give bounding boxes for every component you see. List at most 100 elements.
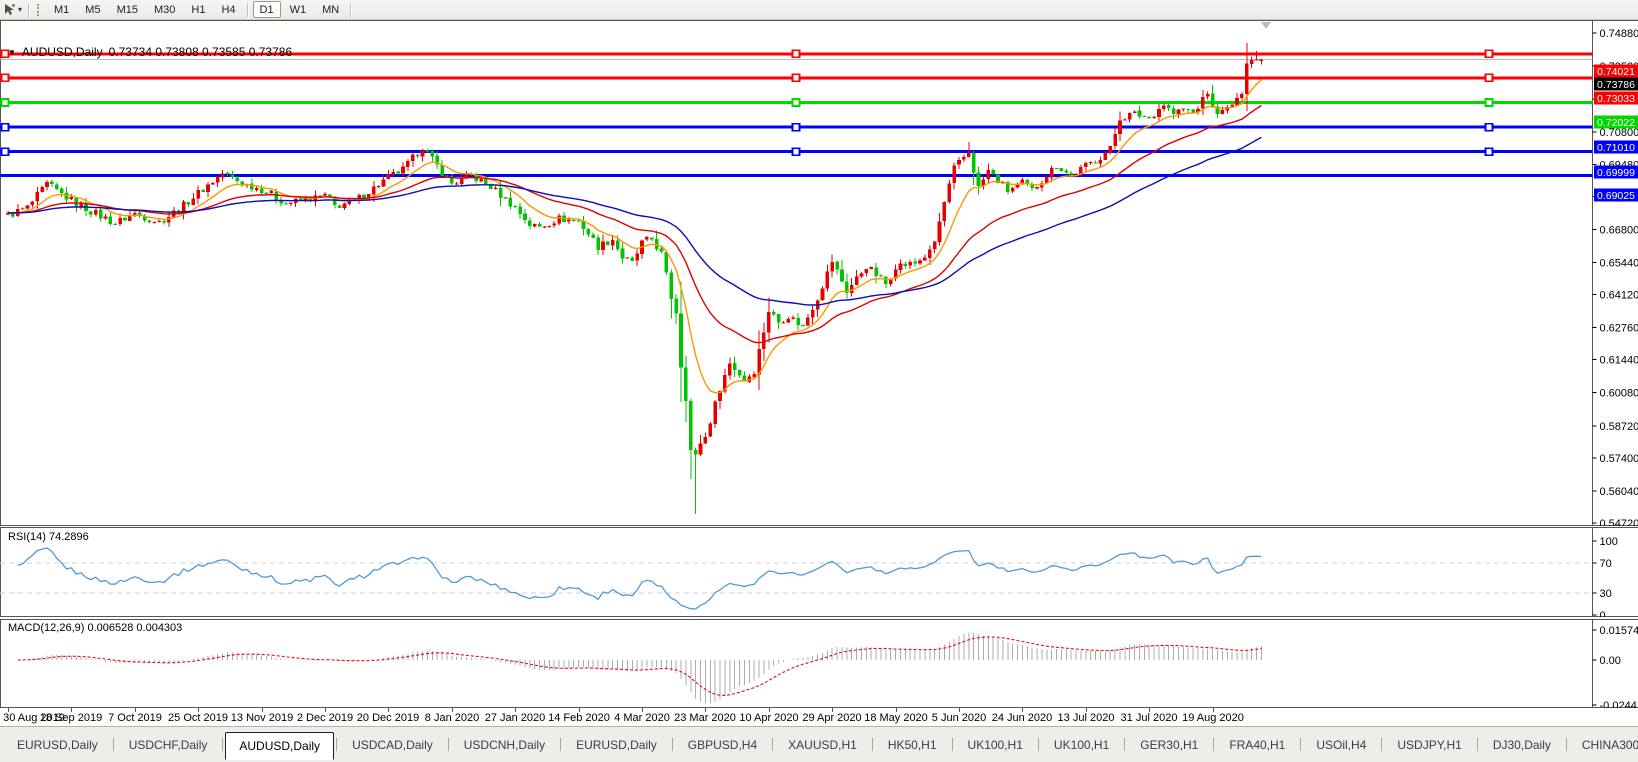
hline-drag-handle[interactable] (1486, 99, 1493, 106)
rsi-panel-border (0, 527, 1638, 617)
tab-separator (1300, 738, 1301, 751)
ma-mid-line (8, 106, 1261, 343)
tab-separator (1381, 738, 1382, 751)
tab-separator (672, 738, 673, 751)
tab-separator (772, 738, 773, 751)
svg-text:0.62760: 0.62760 (1600, 323, 1638, 335)
chart-tab-usdcnh-daily[interactable]: USDCNH,Daily (451, 734, 558, 756)
svg-text:0.58720: 0.58720 (1600, 421, 1638, 433)
svg-text:0.015741: 0.015741 (1600, 625, 1638, 637)
hline-drag-handle[interactable] (793, 148, 800, 155)
candlesticks (6, 43, 1263, 514)
mt4-terminal-window: ▾ M1M5M15M30H1H4 D1W1MN ▼ AUDUSD,Daily 0.… (0, 0, 1638, 762)
timeframe-button-m5[interactable]: M5 (78, 1, 107, 18)
tab-separator (1213, 738, 1214, 751)
chart-tab-eurusd-daily[interactable]: EURUSD,Daily (4, 734, 111, 756)
chart-tab-usdchf-daily[interactable]: USDCHF,Daily (116, 734, 221, 756)
chart-tab-ger30-h1[interactable]: GER30,H1 (1127, 734, 1211, 756)
svg-text:0.00: 0.00 (1600, 655, 1621, 667)
chart-tab-usdjpy-h1[interactable]: USDJPY,H1 (1384, 734, 1474, 756)
svg-text:0.73786: 0.73786 (1597, 79, 1635, 91)
tab-separator (952, 738, 953, 751)
time-axis-label: 20 Dec 2019 (357, 712, 419, 724)
price-chart-canvas[interactable]: 0.748800.735200.721600.708000.694800.681… (0, 20, 1638, 526)
chart-tab-audusd-daily[interactable]: AUDUSD,Daily (225, 732, 334, 760)
hline-drag-handle[interactable] (793, 74, 800, 81)
chart-tab-usoil-h4[interactable]: USOil,H4 (1303, 734, 1379, 756)
chevron-down-icon: ▾ (18, 5, 22, 14)
svg-text:70: 70 (1600, 558, 1612, 570)
time-axis-label: 7 Oct 2019 (108, 712, 162, 724)
tab-separator (1566, 738, 1567, 751)
timeframe-button-w1[interactable]: W1 (283, 1, 314, 18)
svg-text:0.56040: 0.56040 (1600, 486, 1638, 498)
svg-text:0.69025: 0.69025 (1597, 190, 1635, 202)
svg-text:0.66800: 0.66800 (1600, 224, 1638, 236)
time-axis-label: 18 May 2020 (864, 712, 928, 724)
svg-text:0.54720: 0.54720 (1600, 518, 1638, 526)
timeframe-button-m1[interactable]: M1 (47, 1, 76, 18)
timeframe-button-m30[interactable]: M30 (147, 1, 182, 18)
chart-tab-eurusd-daily[interactable]: EURUSD,Daily (563, 734, 670, 756)
time-axis-label: 13 Jul 2020 (1058, 712, 1115, 724)
timeframe-button-h4[interactable]: H4 (214, 1, 242, 18)
hline-drag-handle[interactable] (2, 124, 9, 131)
chart-tab-dj30-daily[interactable]: DJ30,Daily (1480, 734, 1564, 756)
svg-text:0.60080: 0.60080 (1600, 388, 1638, 400)
chart-tab-usdcad-daily[interactable]: USDCAD,Daily (339, 734, 446, 756)
tab-separator (872, 738, 873, 751)
drawing-tool-icon (3, 3, 16, 16)
chart-tab-fra40-h1[interactable]: FRA40,H1 (1216, 734, 1298, 756)
hline-drag-handle[interactable] (793, 124, 800, 131)
timeframe-button-h1[interactable]: H1 (184, 1, 212, 18)
chart-ohlc-values: 0.73734 0.73808 0.73585 0.73786 (109, 45, 293, 59)
svg-text:0.71010: 0.71010 (1597, 142, 1635, 154)
chart-tab-china300-h1[interactable]: CHINA300,H1 (1569, 734, 1638, 756)
svg-text:0.61440: 0.61440 (1600, 355, 1638, 367)
rsi-axis[interactable]: 10070300 (1593, 536, 1618, 617)
price-chart-panel[interactable]: ▼ AUDUSD,Daily 0.73734 0.73808 0.73585 0… (0, 20, 1638, 526)
horizontal-lines[interactable] (0, 50, 1593, 175)
time-axis-label: 4 Mar 2020 (614, 712, 670, 724)
hline-drag-handle[interactable] (2, 99, 9, 106)
svg-text:30: 30 (1600, 588, 1612, 600)
hline-drag-handle[interactable] (1486, 124, 1493, 131)
hline-drag-handle[interactable] (1486, 74, 1493, 81)
hline-drag-handle[interactable] (1486, 50, 1493, 57)
chart-menu-arrow-icon[interactable]: ▼ (8, 48, 16, 57)
rsi-indicator-panel[interactable]: RSI(14) 74.2896 10070300 (0, 527, 1638, 617)
chart-tab-bar: EURUSD,DailyUSDCHF,DailyAUDUSD,DailyUSDC… (0, 726, 1638, 762)
macd-indicator-panel[interactable]: MACD(12,26,9) 0.006528 0.004303 0.015741… (0, 619, 1638, 711)
hline-drag-handle[interactable] (793, 50, 800, 57)
time-axis[interactable]: 30 Aug 201918 Sep 20197 Oct 201925 Oct 2… (0, 708, 1638, 726)
chart-tab-hk50-h1[interactable]: HK50,H1 (875, 734, 950, 756)
macd-signal-line (18, 637, 1262, 695)
chart-shift-marker[interactable] (1261, 22, 1271, 29)
tab-separator (113, 738, 114, 751)
chart-tab-uk100-h1[interactable]: UK100,H1 (955, 734, 1036, 756)
timeframe-button-d1[interactable]: D1 (253, 1, 281, 18)
svg-text:0.74880: 0.74880 (1600, 28, 1638, 40)
chart-tab-xauusd-h1[interactable]: XAUUSD,H1 (775, 734, 870, 756)
hline-drag-handle[interactable] (793, 99, 800, 106)
timeframe-button-m15[interactable]: M15 (110, 1, 145, 18)
chart-tab-uk100-h1[interactable]: UK100,H1 (1041, 734, 1122, 756)
rsi-label: RSI(14) 74.2896 (8, 531, 89, 543)
time-axis-label: 24 Jun 2020 (992, 712, 1053, 724)
macd-canvas[interactable]: 0.0157410.00-0.024412 (0, 619, 1638, 711)
time-axis-label: 23 Mar 2020 (674, 712, 736, 724)
toolbar-grip-handle[interactable] (37, 4, 42, 16)
hline-drag-handle[interactable] (2, 74, 9, 81)
svg-text:0.64120: 0.64120 (1600, 290, 1638, 302)
drawing-tool-button[interactable]: ▾ (0, 2, 25, 18)
hline-drag-handle[interactable] (2, 148, 9, 155)
timeframe-button-mn[interactable]: MN (315, 1, 346, 18)
chart-title: ▼ AUDUSD,Daily 0.73734 0.73808 0.73585 0… (8, 45, 292, 59)
svg-text:0.74021: 0.74021 (1597, 66, 1635, 78)
toolbar-separator (247, 3, 249, 17)
hline-drag-handle[interactable] (1486, 148, 1493, 155)
rsi-canvas[interactable]: 10070300 (0, 527, 1638, 617)
time-axis-label: 31 Jul 2020 (1121, 712, 1178, 724)
chart-tab-gbpusd-h4[interactable]: GBPUSD,H4 (675, 734, 770, 756)
macd-axis[interactable]: 0.0157410.00-0.024412 (1593, 625, 1638, 711)
